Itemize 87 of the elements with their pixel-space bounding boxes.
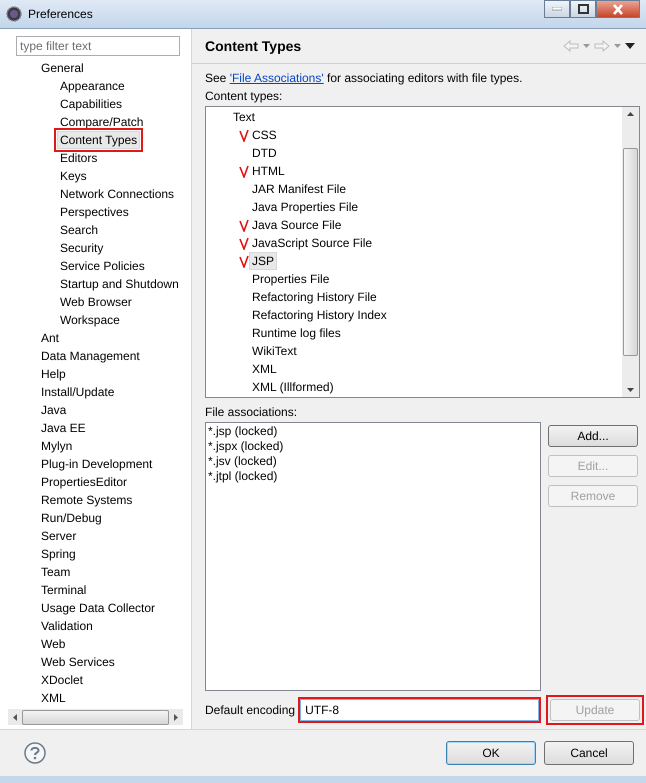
- left-arrow-icon[interactable]: [13, 714, 17, 720]
- file-association-item[interactable]: *.jsp (locked): [208, 424, 538, 439]
- right-arrow-icon[interactable]: [174, 714, 178, 720]
- file-associations-list[interactable]: *.jsp (locked) *.jspx (locked) *.jsv (locked) *.jtpl (locked): [205, 422, 541, 691]
- tree-item[interactable]: Capabilities: [57, 95, 126, 113]
- tree-item[interactable]: Content Types: [57, 131, 140, 149]
- content-type-item[interactable]: DTD: [249, 144, 280, 162]
- content-type-item[interactable]: Java Properties File: [249, 198, 362, 216]
- window-title: Preferences: [28, 7, 93, 21]
- menu-caret-icon[interactable]: [625, 43, 635, 49]
- content-type-item[interactable]: CSS: [249, 126, 280, 144]
- tree-item[interactable]: Service Policies: [57, 257, 148, 275]
- help-icon[interactable]: [24, 742, 46, 764]
- down-arrow-icon[interactable]: [627, 388, 634, 392]
- dropdown-caret-icon[interactable]: [583, 44, 590, 48]
- file-associations-link[interactable]: 'File Associations': [230, 71, 324, 85]
- content-type-item[interactable]: Runtime log files: [249, 324, 344, 342]
- tree-item[interactable]: Install/Update: [38, 383, 118, 401]
- horizontal-scrollbar[interactable]: [8, 709, 183, 725]
- tree-item[interactable]: Editors: [57, 149, 100, 167]
- content-type-item[interactable]: Properties File: [249, 270, 332, 288]
- dialog-button[interactable]: Cancel: [544, 741, 634, 765]
- dialog-button[interactable]: OK: [446, 741, 536, 765]
- tree-item[interactable]: Keys: [57, 167, 90, 185]
- tree-item[interactable]: Usage Data Collector: [38, 599, 158, 617]
- tree-item[interactable]: Web Services: [38, 653, 118, 671]
- tree-item[interactable]: Validation: [38, 617, 96, 635]
- tree-item[interactable]: Java EE: [38, 419, 89, 437]
- close-icon: [612, 4, 624, 14]
- filter-field[interactable]: type filter text: [16, 36, 180, 56]
- close-button[interactable]: [596, 0, 640, 18]
- content-type-item[interactable]: WikiText: [249, 342, 300, 360]
- file-association-item[interactable]: *.jtpl (locked): [208, 469, 538, 484]
- content-type-item[interactable]: Refactoring History File: [249, 288, 380, 306]
- content-type-item[interactable]: HTML: [249, 162, 288, 180]
- content-type-item[interactable]: XML (Illformed): [249, 378, 337, 396]
- tree-item[interactable]: PropertiesEditor: [38, 473, 130, 491]
- up-arrow-icon[interactable]: [627, 112, 634, 116]
- encoding-field[interactable]: UTF-8: [300, 699, 539, 721]
- content-type-item[interactable]: JSP: [249, 252, 278, 270]
- tree-item[interactable]: Remote Systems: [38, 491, 136, 509]
- tree-item[interactable]: XML: [38, 689, 69, 707]
- page-title: Content Types: [205, 38, 302, 54]
- content-types-list[interactable]: [205, 106, 640, 398]
- content-type-item[interactable]: Text: [230, 108, 258, 126]
- dialog-button[interactable]: Add...: [548, 425, 638, 447]
- tree-item[interactable]: Spring: [38, 545, 79, 563]
- file-association-item[interactable]: *.jspx (locked): [208, 439, 538, 454]
- tree-item[interactable]: Perspectives: [57, 203, 132, 221]
- tree-item[interactable]: Server: [38, 527, 80, 545]
- file-association-item[interactable]: *.jsv (locked): [208, 454, 538, 469]
- tree-item[interactable]: Web: [38, 635, 68, 653]
- tree-item[interactable]: Mylyn: [38, 437, 76, 455]
- maximize-icon: [578, 4, 588, 14]
- content-type-item[interactable]: XML: [249, 360, 280, 378]
- content-type-item[interactable]: Java Source File: [249, 216, 344, 234]
- description-text: See 'File Associations' for associating editors with file types.: [205, 70, 524, 87]
- tree-item[interactable]: Run/Debug: [38, 509, 105, 527]
- tree-item[interactable]: General: [38, 59, 87, 77]
- tree-item[interactable]: Team: [38, 563, 74, 581]
- tree-item[interactable]: Workspace: [57, 311, 123, 329]
- tree-item[interactable]: Appearance: [57, 77, 128, 95]
- tree-item[interactable]: Network Connections: [57, 185, 178, 203]
- tree-item[interactable]: XDoclet: [38, 671, 86, 689]
- dropdown-caret-icon[interactable]: [614, 44, 621, 48]
- tree-item[interactable]: Terminal: [38, 581, 90, 599]
- tree-item[interactable]: Startup and Shutdown: [57, 275, 182, 293]
- tree-item[interactable]: Compare/Patch: [57, 113, 146, 131]
- tree-item[interactable]: Data Management: [38, 347, 143, 365]
- tree-item[interactable]: Plug-in Development: [38, 455, 156, 473]
- tree-item[interactable]: Java: [38, 401, 70, 419]
- tree-item[interactable]: Web Browser: [57, 293, 135, 311]
- tree-item[interactable]: Security: [57, 239, 106, 257]
- tree-item[interactable]: Search: [57, 221, 102, 239]
- encoding-label: Default encoding: [205, 703, 296, 717]
- content-type-item[interactable]: JavaScript Source File: [249, 234, 376, 252]
- maximize-button[interactable]: [570, 0, 596, 18]
- vertical-scrollbar[interactable]: [622, 107, 639, 397]
- app-icon: [6, 6, 22, 22]
- minimize-icon: [552, 7, 562, 11]
- file-associations-label: File associations:: [205, 404, 298, 421]
- tree-item[interactable]: Help: [38, 365, 69, 383]
- content-type-item[interactable]: Refactoring History Index: [249, 306, 390, 324]
- content-types-label: Content types:: [205, 88, 284, 105]
- content-type-item[interactable]: JAR Manifest File: [249, 180, 350, 198]
- minimize-button[interactable]: [544, 0, 570, 18]
- tree-item[interactable]: Ant: [38, 329, 62, 347]
